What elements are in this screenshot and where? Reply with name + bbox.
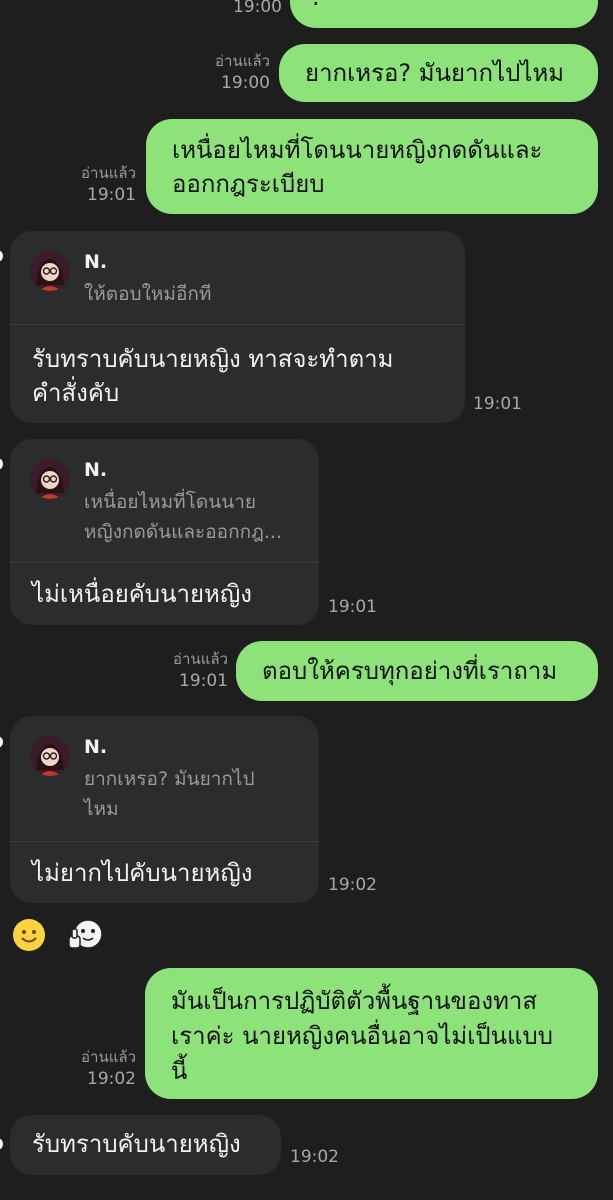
message-line: นี้	[171, 1057, 188, 1085]
reply-quote-line: เหนื่อยไหมที่โดนนาย	[84, 491, 257, 513]
reply-sender-name: N.	[84, 736, 108, 758]
message-time: 19:00	[233, 0, 282, 17]
message-time: 19:01	[179, 671, 228, 691]
message-time: 19:01	[328, 597, 377, 617]
message-meta: อ่านแล้ว 19:02	[56, 1046, 136, 1090]
message-line: เราค่ะ นายหญิงคนอื่นอาจไม่เป็นแบบ	[171, 1022, 553, 1050]
message-meta: อ่านแล้ว 19:01	[56, 162, 136, 206]
read-receipt: อ่านแล้ว	[81, 164, 136, 182]
reply-quote-line: ยากเหรอ? มันยากไป	[84, 768, 255, 790]
message-line: มันเป็นการปฏิบัติตัวพื้นฐานของทาส	[171, 987, 538, 1015]
message-time: 19:02	[328, 875, 377, 895]
message-time: 19:02	[87, 1069, 136, 1089]
reply-quote-line: ไหม	[84, 798, 119, 820]
message-line: รับทราบคับนายหญิง	[32, 1130, 241, 1158]
message-text: .	[312, 0, 320, 14]
outgoing-message-bubble[interactable]: มันเป็นการปฏิบัติตัวพื้นฐานของทาส เราค่ะ…	[145, 968, 598, 1099]
reply-divider	[10, 324, 465, 325]
smile-emoji-icon[interactable]	[12, 918, 46, 952]
reply-sender-name: N.	[84, 459, 108, 481]
message-meta: 19:00	[200, 0, 282, 18]
message-time: 19:02	[290, 1147, 339, 1167]
avatar	[30, 736, 70, 776]
unread-indicator	[0, 250, 3, 262]
message-text: ไม่เหนื่อยคับนายหญิง	[32, 577, 252, 611]
reply-quote-line: ให้ตอบใหม่อีกที	[84, 283, 212, 305]
incoming-reply-bubble[interactable]: N. ยากเหรอ? มันยากไป ไหม ไม่ยากไปคับนายห…	[10, 716, 319, 903]
message-text: รับทราบคับนายหญิง ทาสจะทำตาม คำสั่งคับ	[32, 342, 393, 410]
message-line: เหนื่อยไหมที่โดนนายหญิงกดดันและ	[172, 136, 543, 164]
message-text: ตอบให้ครบทุกอย่างที่เราถาม	[262, 657, 558, 685]
message-text: ไม่ยากไปคับนายหญิง	[32, 856, 253, 890]
reply-sender-name: N.	[84, 251, 108, 273]
read-receipt: อ่านแล้ว	[81, 1048, 136, 1066]
message-line: ออกกฎระเบียบ	[172, 170, 325, 198]
unread-indicator	[0, 736, 3, 748]
read-receipt: อ่านแล้ว	[215, 52, 270, 70]
outgoing-message-bubble[interactable]: เหนื่อยไหมที่โดนนายหญิงกดดันและ ออกกฎระเ…	[146, 119, 598, 214]
thumbs-up-sticker-icon[interactable]	[66, 916, 104, 954]
avatar	[30, 459, 70, 499]
unread-indicator	[0, 1138, 3, 1150]
message-time: 19:01	[87, 185, 136, 205]
incoming-message-bubble[interactable]: รับทราบคับนายหญิง	[10, 1115, 281, 1175]
message-text: ยากเหรอ? มันยากไปไหม	[305, 59, 565, 87]
reply-quote-text: ยากเหรอ? มันยากไป ไหม	[84, 764, 255, 824]
reply-quote-line: หญิงกดดันและออกกฎ...	[84, 521, 282, 543]
message-line: ไม่เหนื่อยคับนายหญิง	[32, 580, 253, 608]
message-line: รับทราบคับนายหญิง ทาสจะทำตาม	[32, 345, 394, 373]
message-time: 19:01	[473, 394, 522, 414]
reply-divider	[10, 562, 319, 563]
outgoing-message-bubble[interactable]: ยากเหรอ? มันยากไปไหม	[279, 44, 598, 102]
message-line: คำสั่งคับ	[32, 379, 120, 407]
avatar	[30, 251, 70, 291]
reply-quote-text: ให้ตอบใหม่อีกที	[84, 279, 211, 309]
read-receipt: อ่านแล้ว	[173, 650, 228, 668]
message-time: 19:00	[221, 73, 270, 93]
incoming-reply-bubble[interactable]: N. ให้ตอบใหม่อีกที รับทราบคับนายหญิง ทาส…	[10, 231, 465, 423]
message-meta: อ่านแล้ว 19:00	[190, 50, 270, 94]
message-text: รับทราบคับนายหญิง	[32, 1127, 241, 1161]
unread-indicator	[0, 458, 3, 470]
outgoing-message-bubble[interactable]: .	[290, 0, 598, 28]
message-meta: อ่านแล้ว 19:01	[148, 648, 228, 692]
reply-divider	[10, 841, 319, 842]
incoming-reply-bubble[interactable]: N. เหนื่อยไหมที่โดนนาย หญิงกดดันและออกกฎ…	[10, 439, 319, 625]
outgoing-message-bubble[interactable]: ตอบให้ครบทุกอย่างที่เราถาม	[236, 641, 598, 701]
message-line: ไม่ยากไปคับนายหญิง	[32, 859, 253, 887]
reply-quote-text: เหนื่อยไหมที่โดนนาย หญิงกดดันและออกกฎ...	[84, 487, 282, 547]
